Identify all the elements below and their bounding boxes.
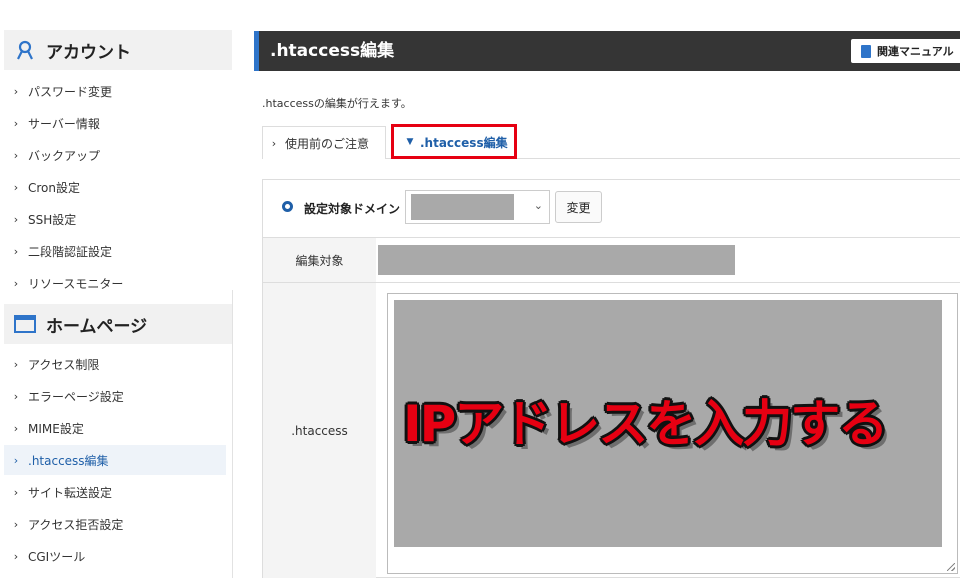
chevron-down-icon: ⌄ <box>533 199 543 212</box>
domain-row: 設定対象ドメイン ⌄ 変更 <box>262 179 960 238</box>
domain-label: 設定対象ドメイン <box>304 202 401 216</box>
sidebar-item-label: 二段階認証設定 <box>28 244 113 259</box>
sidebar-item-mime[interactable]: › MIME設定 <box>4 413 226 443</box>
highlight-box <box>391 124 517 159</box>
page-header: .htaccess編集 関連マニュアル <box>254 31 960 71</box>
resize-handle[interactable] <box>947 563 955 571</box>
page-description: .htaccessの編集が行えます。 <box>262 97 412 110</box>
chevron-right-icon: › <box>13 276 19 290</box>
sidebar-item-server-info[interactable]: › サーバー情報 <box>4 108 226 138</box>
sidebar-item-ssh[interactable]: › SSH設定 <box>4 204 226 234</box>
related-manual-button[interactable]: 関連マニュアル <box>851 39 960 63</box>
chevron-right-icon: › <box>13 180 19 194</box>
chevron-right-icon: › <box>271 136 277 150</box>
tab-label: 使用前のご注意 <box>285 136 370 151</box>
sidebar-item-label: エラーページ設定 <box>28 389 124 404</box>
sidebar-section-homepage: ホームページ <box>4 304 232 344</box>
sidebar-item-label: バックアップ <box>28 148 101 163</box>
sidebar-item-label: .htaccess編集 <box>28 453 109 468</box>
masked-domain-value <box>411 194 514 220</box>
sidebar-item-site-redirect[interactable]: › サイト転送設定 <box>4 477 226 507</box>
sidebar-section-account: アカウント <box>4 30 232 70</box>
change-button[interactable]: 変更 <box>555 191 602 223</box>
domain-select[interactable]: ⌄ <box>405 190 550 224</box>
htaccess-label: .htaccess <box>263 283 376 578</box>
sidebar-item-label: サーバー情報 <box>28 116 100 131</box>
sidebar-item-label: リソースモニター <box>28 276 124 291</box>
sidebar-divider <box>232 290 233 578</box>
sidebar-item-backup[interactable]: › バックアップ <box>4 140 226 170</box>
sidebar-item-label: サイト転送設定 <box>28 485 113 500</box>
sidebar-item-cgi-tools[interactable]: › CGIツール <box>4 541 226 571</box>
sidebar-item-label: アクセス拒否設定 <box>28 517 124 532</box>
sidebar-item-label: SSH設定 <box>28 212 77 227</box>
manual-button-label: 関連マニュアル <box>877 45 954 58</box>
chevron-right-icon: › <box>13 357 19 371</box>
chevron-right-icon: › <box>13 212 19 226</box>
book-icon <box>861 44 871 58</box>
sidebar-item-resource-monitor[interactable]: › リソースモニター <box>4 268 226 298</box>
chevron-right-icon: › <box>13 453 19 467</box>
chevron-right-icon: › <box>13 421 19 435</box>
header-accent <box>254 31 259 71</box>
section-title-account: アカウント <box>46 42 131 63</box>
chevron-right-icon: › <box>13 116 19 130</box>
sidebar-item-access-restriction[interactable]: › アクセス制限 <box>4 349 226 379</box>
chevron-right-icon: › <box>13 389 19 403</box>
chevron-right-icon: › <box>13 549 19 563</box>
radio-icon <box>282 201 293 212</box>
chevron-right-icon: › <box>13 148 19 162</box>
sidebar: アカウント › パスワード変更 › サーバー情報 › バックアップ › Cron設定 ›… <box>0 0 232 578</box>
sidebar-item-label: CGIツール <box>28 549 86 564</box>
user-icon <box>14 39 36 61</box>
sidebar-item-label: Cron設定 <box>28 180 80 195</box>
chevron-right-icon: › <box>13 485 19 499</box>
annotation-overlay-text: IPアドレスを入力する <box>403 395 888 453</box>
sidebar-item-error-page[interactable]: › エラーページ設定 <box>4 381 226 411</box>
chevron-right-icon: › <box>13 84 19 98</box>
sidebar-item-label: パスワード変更 <box>28 84 113 99</box>
chevron-right-icon: › <box>13 244 19 258</box>
sidebar-item-htaccess[interactable]: › .htaccess編集 <box>4 445 226 475</box>
sidebar-item-password[interactable]: › パスワード変更 <box>4 76 226 106</box>
section-title-homepage: ホームページ <box>46 316 148 337</box>
edit-target-label: 編集対象 <box>263 238 376 282</box>
masked-edit-target-value <box>378 245 735 275</box>
sidebar-item-access-deny[interactable]: › アクセス拒否設定 <box>4 509 226 539</box>
tab-bar: › 使用前のご注意 ▼ .htaccess編集 <box>262 126 960 159</box>
sidebar-item-label: アクセス制限 <box>28 357 100 372</box>
sidebar-item-label: MIME設定 <box>28 421 84 436</box>
chevron-right-icon: › <box>13 517 19 531</box>
page-title: .htaccess編集 <box>270 41 395 61</box>
tab-precautions[interactable]: › 使用前のご注意 <box>262 126 386 159</box>
window-icon <box>14 313 36 335</box>
sidebar-item-2fa[interactable]: › 二段階認証設定 <box>4 236 226 266</box>
sidebar-item-cron[interactable]: › Cron設定 <box>4 172 226 202</box>
